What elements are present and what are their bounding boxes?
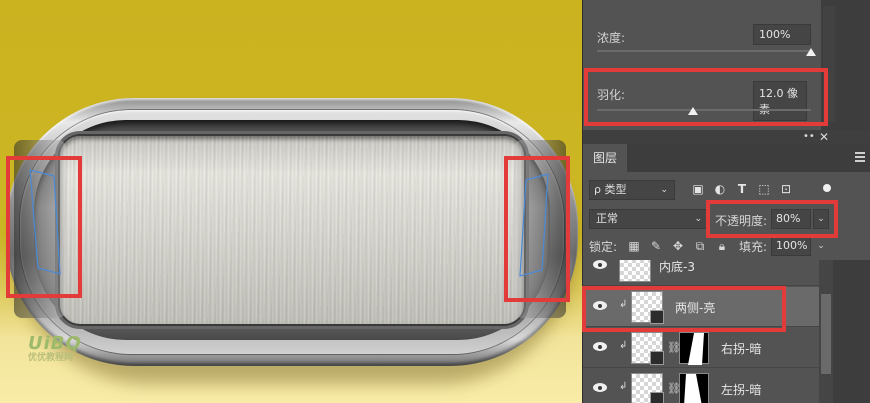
- lock-artboard-icon[interactable]: ⧉: [693, 239, 707, 253]
- layer-name[interactable]: 内底-3: [659, 260, 695, 275]
- filter-type-select[interactable]: ρ 类型 ⌄: [589, 180, 675, 200]
- fill-dropdown-icon[interactable]: ⌄: [813, 236, 829, 256]
- right-highlight-box: [504, 156, 570, 302]
- tab-layers[interactable]: 图层: [583, 144, 627, 172]
- layer-thumbnail[interactable]: [631, 373, 664, 403]
- lock-position-icon[interactable]: ✥: [671, 239, 685, 253]
- blend-mode-value: 正常: [596, 212, 618, 225]
- double-chevron-icon[interactable]: ••: [803, 130, 815, 144]
- lock-pixels-icon[interactable]: ▦: [627, 239, 641, 253]
- mask-shape: [688, 333, 704, 365]
- panel-side-strip: [833, 260, 870, 403]
- lock-label: 锁定:: [589, 240, 618, 254]
- smart-object-filter-icon[interactable]: ⊡: [779, 182, 793, 196]
- clip-arrow-icon: ↲: [619, 381, 628, 392]
- fill-label: 填充:: [739, 240, 768, 254]
- layer-thumbnail[interactable]: [631, 332, 664, 365]
- layers-scrollbar[interactable]: [819, 260, 833, 403]
- panel-menu-icon[interactable]: [855, 152, 865, 162]
- eye-icon[interactable]: [593, 383, 607, 392]
- density-label: 浓度:: [597, 31, 626, 45]
- filter-toggle[interactable]: [823, 184, 831, 192]
- layer-mask-thumbnail[interactable]: [679, 373, 709, 403]
- chevron-down-icon: ⌄: [660, 185, 668, 195]
- eye-icon[interactable]: [593, 260, 607, 269]
- text-filter-icon[interactable]: T: [735, 182, 749, 196]
- layer-name[interactable]: 左拐-暗: [721, 381, 761, 398]
- feather-highlight-box: [584, 68, 828, 126]
- watermark-logo: UiBQ: [28, 333, 82, 354]
- fill-field[interactable]: 100%: [771, 236, 811, 256]
- image-filter-icon[interactable]: ▣: [691, 182, 705, 196]
- opacity-highlight-box: [706, 200, 838, 238]
- mask-shape: [684, 374, 702, 403]
- density-slider-thumb[interactable]: [806, 48, 816, 56]
- layer-row[interactable]: ↲ ⛓ 左拐-暗: [583, 369, 819, 403]
- watermark: UiBQ 优优教程网: [28, 335, 82, 363]
- layer-name[interactable]: 右拐-暗: [721, 340, 761, 357]
- layer-mask-thumbnail[interactable]: [679, 332, 709, 365]
- shape-filter-icon[interactable]: ⬚: [757, 182, 771, 196]
- chevron-down-icon: ⌄: [694, 214, 702, 224]
- layer-thumbnail[interactable]: [619, 260, 651, 282]
- layers-scrollbar-thumb[interactable]: [821, 294, 831, 374]
- layer-row[interactable]: 内底-3: [583, 260, 819, 286]
- density-slider[interactable]: [597, 50, 811, 52]
- blend-mode-select[interactable]: 正常 ⌄: [589, 209, 707, 229]
- eye-icon[interactable]: [593, 342, 607, 351]
- watermark-sub: 优优教程网: [28, 353, 74, 363]
- document-canvas[interactable]: UiBQ 优优教程网: [0, 0, 582, 403]
- lock-paint-icon[interactable]: ✎: [649, 239, 663, 253]
- close-icon[interactable]: ✕: [819, 130, 829, 144]
- smart-object-badge-icon: [650, 392, 664, 403]
- filter-type-label: ρ 类型: [594, 183, 627, 196]
- clip-arrow-icon: ↲: [619, 340, 628, 351]
- layer-row[interactable]: ↲ ⛓ 右拐-暗: [583, 328, 819, 368]
- layer-highlight-box: [582, 286, 786, 332]
- adjustment-filter-icon[interactable]: ◐: [713, 182, 727, 196]
- left-highlight-box: [6, 156, 82, 298]
- layers-tab-bar: 图层: [583, 144, 870, 172]
- smart-object-badge-icon: [650, 351, 664, 365]
- lock-all-icon[interactable]: 🔒︎: [715, 239, 729, 253]
- brushed-metal-floor: [58, 134, 526, 326]
- density-field[interactable]: 100%: [753, 24, 811, 45]
